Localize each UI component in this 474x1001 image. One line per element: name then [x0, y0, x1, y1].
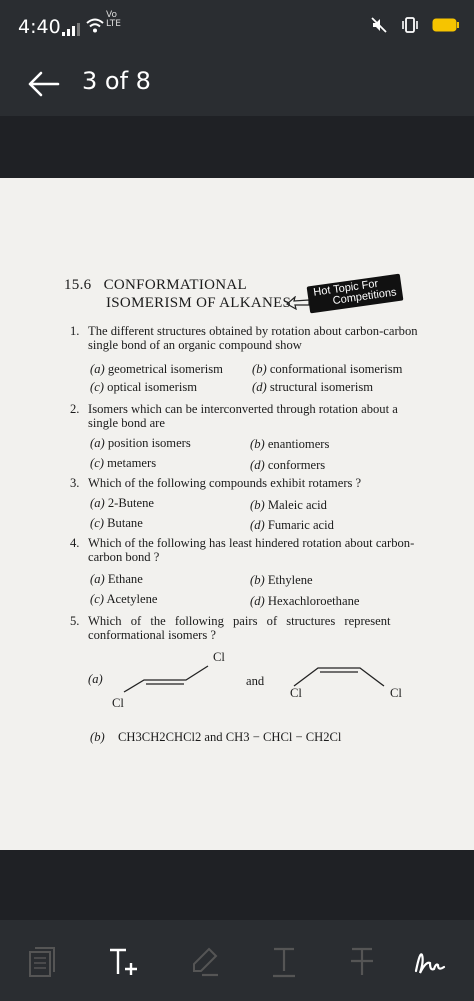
- question-number: 5.: [70, 614, 80, 628]
- trans-dichloroethene-structure: [123, 665, 209, 693]
- question-line: conformational isomers ?: [88, 628, 216, 642]
- question-number: 4.: [70, 536, 80, 550]
- signature-button[interactable]: [408, 942, 452, 982]
- underline-button[interactable]: [262, 942, 306, 982]
- option-2b: (b) enantiomers: [250, 437, 330, 451]
- app-header: 3 of 8: [0, 56, 474, 116]
- cl-label: Cl: [290, 686, 302, 700]
- option-3c: (c) Butane: [90, 516, 143, 530]
- section-title-line2: ISOMERISM OF ALKANES: [106, 295, 292, 311]
- option-2a: (a) position isomers: [90, 436, 191, 450]
- underline-text-icon: [273, 947, 295, 978]
- option-1a: (a) geometrical isomerism: [90, 362, 223, 376]
- option-4c: (c) Acetylene: [90, 592, 158, 606]
- add-text-button[interactable]: [102, 942, 146, 982]
- question-number: 3.: [70, 476, 80, 490]
- highlighter-button[interactable]: [182, 942, 226, 982]
- section-title-line1: CONFORMATIONAL: [103, 277, 247, 293]
- option-3a: (a) 2-Butene: [90, 496, 155, 510]
- option-4d: (d) Hexachloroethane: [250, 594, 360, 608]
- option-3b: (b) Maleic acid: [250, 498, 327, 512]
- annotation-toolbar: [0, 920, 474, 1001]
- option-2d: (d) conformers: [250, 458, 326, 472]
- signature-icon: [414, 953, 446, 974]
- signal-icon: [62, 23, 80, 36]
- question-text: Which of the following compounds exhibit…: [88, 476, 362, 490]
- section-number: 15.6: [64, 277, 92, 293]
- question-text: Isomers which can be interconverted thro…: [88, 402, 448, 430]
- hot-topic-badge: Hot Topic For Competitions: [306, 273, 404, 314]
- viewer-background-bottom: [0, 850, 474, 920]
- option-5b-formulas: CH3CH2CHCl2 and CH3 − CHCl − CH2Cl: [118, 730, 342, 744]
- network-lte: LTE: [106, 19, 121, 29]
- status-time: 4:40: [18, 16, 61, 38]
- cis-dichloroethene-structure: [293, 667, 385, 687]
- network-type: Vo LTE: [106, 11, 121, 29]
- status-bar: 4:40 Vo LTE: [0, 0, 474, 56]
- page-view-icon: [29, 947, 55, 977]
- question-text: Which of the following pairs of structur…: [88, 614, 453, 642]
- question-text: The different structures obtained by rot…: [88, 324, 448, 352]
- back-arrow-icon[interactable]: [26, 68, 62, 100]
- document-page[interactable]: 15.6 CONFORMATIONAL ISOMERISM OF ALKANES…: [0, 178, 474, 850]
- option-1d: (d) structural isomerism: [252, 380, 374, 394]
- question-line: The different structures obtained by rot…: [88, 324, 418, 338]
- option-1c: (c) optical isomerism: [90, 380, 198, 394]
- strikethrough-button[interactable]: [340, 942, 384, 982]
- page-view-button[interactable]: [20, 942, 64, 982]
- question-number: 2.: [70, 402, 80, 416]
- page-indicator: 3 of 8: [82, 67, 151, 95]
- option-5a-label: (a): [88, 672, 103, 686]
- question-line: single bond of an organic compound show: [88, 338, 302, 352]
- option-1b: (b) conformational isomerism: [252, 362, 403, 376]
- cl-label: Cl: [213, 650, 225, 664]
- option-2c: (c) metamers: [90, 456, 157, 470]
- and-text: and: [246, 674, 265, 688]
- battery-icon: [432, 18, 459, 32]
- highlighter-icon: [193, 947, 218, 977]
- question-line: carbon bond ?: [88, 550, 160, 564]
- question-line: Which of the following pairs of structur…: [88, 614, 391, 628]
- question-line: Isomers which can be interconverted thro…: [88, 402, 398, 416]
- question-line: Which of the following has least hindere…: [88, 536, 415, 550]
- arrow-pointer-icon: [286, 296, 310, 310]
- strikethrough-text-icon: [351, 947, 373, 975]
- viewer-background-top: [0, 116, 474, 178]
- cl-label: Cl: [390, 686, 402, 700]
- question-number: 1.: [70, 324, 80, 338]
- section-heading: 15.6 CONFORMATIONAL ISOMERISM OF ALKANES: [64, 276, 291, 312]
- add-text-icon: [110, 948, 137, 975]
- option-5b-label: (b): [90, 730, 105, 744]
- option-3d: (d) Fumaric acid: [250, 518, 334, 532]
- status-right: [370, 16, 460, 34]
- mute-icon: [371, 17, 387, 33]
- cl-label: Cl: [112, 696, 124, 710]
- wifi-icon: [86, 18, 104, 33]
- option-4b: (b) Ethylene: [250, 573, 313, 587]
- question-text: Which of the following has least hindere…: [88, 536, 458, 564]
- question-line: single bond are: [88, 416, 165, 430]
- option-4a: (a) Ethane: [90, 572, 143, 586]
- vibrate-icon: [402, 17, 418, 33]
